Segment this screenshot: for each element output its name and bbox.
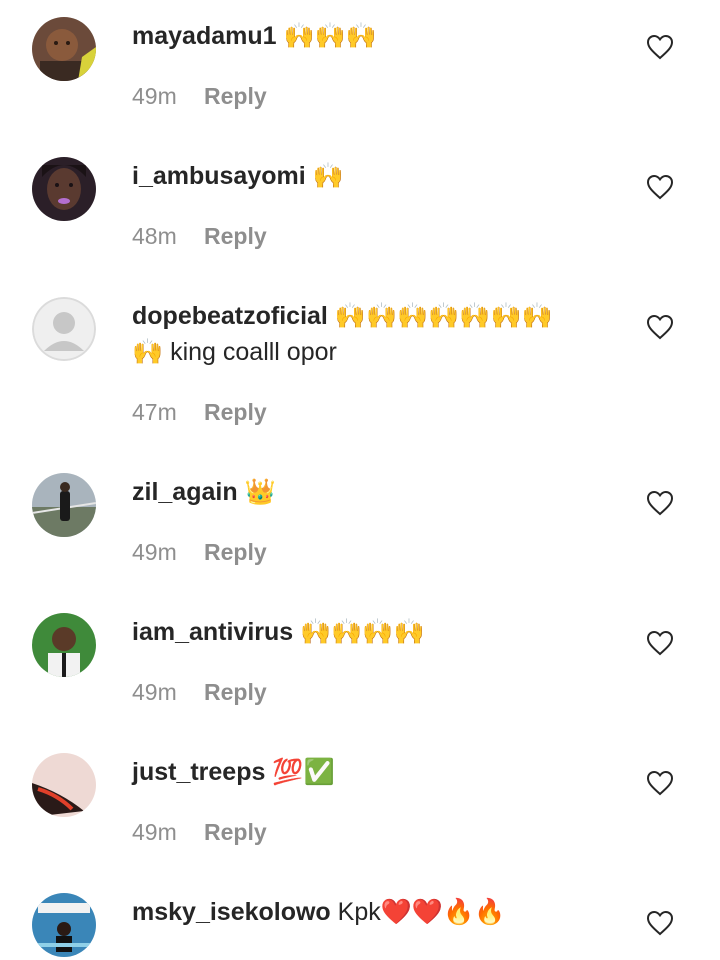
comment-meta: 49m Reply — [132, 817, 267, 847]
reply-button[interactable]: Reply — [204, 819, 267, 845]
username[interactable]: mayadamu1 — [132, 22, 277, 50]
heart-outline-icon[interactable] — [646, 910, 674, 936]
avatar[interactable] — [32, 17, 96, 81]
reply-button[interactable]: Reply — [204, 539, 267, 565]
username[interactable]: msky_isekolowo — [132, 898, 331, 926]
timestamp: 49m — [132, 83, 177, 109]
heart-outline-icon[interactable] — [646, 174, 674, 200]
username[interactable]: i_ambusayomi — [132, 162, 306, 190]
comment-text: 👑 — [244, 478, 276, 506]
heart-outline-icon[interactable] — [646, 770, 674, 796]
avatar[interactable] — [32, 753, 96, 817]
avatar[interactable] — [32, 613, 96, 677]
comment-text: Kpk❤️❤️🔥🔥 — [337, 898, 506, 926]
username[interactable]: dopebeatzoficial — [132, 302, 328, 330]
comment-meta: 48m Reply — [132, 221, 267, 251]
comment-line: zil_again 👑 — [132, 474, 612, 510]
comment-text: 🙌🙌🙌🙌🙌🙌🙌 — [334, 302, 553, 330]
reply-button[interactable]: Reply — [204, 679, 267, 705]
heart-outline-icon[interactable] — [646, 34, 674, 60]
timestamp: 47m — [132, 399, 177, 425]
comment-line: mayadamu1 🙌🙌🙌 — [132, 18, 612, 54]
comment-text: 🙌🙌🙌 — [283, 22, 377, 50]
comment-text-line-2: 🙌 king coalll opor — [132, 338, 337, 366]
avatar[interactable] — [32, 893, 96, 957]
comment-meta: 49m Reply — [132, 677, 267, 707]
avatar[interactable] — [32, 473, 96, 537]
timestamp: 49m — [132, 679, 177, 705]
comment-list: mayadamu1 🙌🙌🙌 49m Reply i_ambusayomi 🙌 48… — [0, 0, 720, 960]
comment-text: 💯✅ — [272, 758, 335, 786]
timestamp: 49m — [132, 819, 177, 845]
reply-button[interactable]: Reply — [204, 83, 267, 109]
comment-line: just_treeps 💯✅ — [132, 754, 612, 790]
username[interactable]: just_treeps — [132, 758, 265, 786]
comment-text: 🙌 — [312, 162, 344, 190]
comment-line: msky_isekolowo Kpk❤️❤️🔥🔥 — [132, 894, 612, 930]
comment-line: i_ambusayomi 🙌 — [132, 158, 612, 194]
username[interactable]: iam_antivirus — [132, 618, 293, 646]
comment-line: iam_antivirus 🙌🙌🙌🙌 — [132, 614, 612, 650]
comment-meta: 49m Reply — [132, 537, 267, 567]
username[interactable]: zil_again — [132, 478, 238, 506]
comment-text: 🙌🙌🙌🙌 — [300, 618, 425, 646]
heart-outline-icon[interactable] — [646, 630, 674, 656]
comment-line: dopebeatzoficial 🙌🙌🙌🙌🙌🙌🙌 — [132, 298, 612, 334]
heart-outline-icon[interactable] — [646, 490, 674, 516]
reply-button[interactable]: Reply — [204, 223, 267, 249]
comment-meta: 49m Reply — [132, 81, 267, 111]
reply-button[interactable]: Reply — [204, 399, 267, 425]
timestamp: 49m — [132, 539, 177, 565]
heart-outline-icon[interactable] — [646, 314, 674, 340]
timestamp: 48m — [132, 223, 177, 249]
avatar[interactable] — [32, 297, 96, 361]
comment-meta: 47m Reply — [132, 397, 267, 427]
avatar[interactable] — [32, 157, 96, 221]
